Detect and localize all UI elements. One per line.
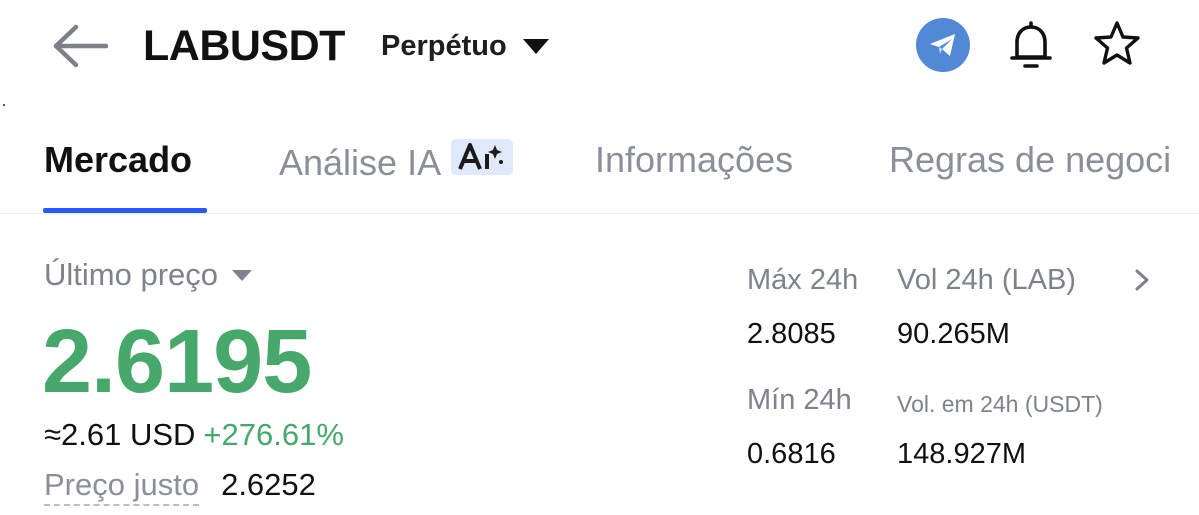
price-change-percent: +276.61% [203, 417, 344, 452]
tab-regras-de-negociacao[interactable]: Regras de negoci [889, 139, 1171, 181]
low-24h-value: 0.6816 [747, 438, 836, 470]
stats-expand-button[interactable] [1130, 264, 1154, 296]
favorite-button[interactable] [1089, 16, 1145, 72]
low-24h-label: Mín 24h [747, 384, 852, 416]
fair-price-row: Preço justo 2.6252 [44, 466, 316, 506]
active-tab-indicator [43, 208, 207, 213]
tab-label: Informações [595, 139, 794, 180]
telegram-icon [930, 34, 955, 56]
volume-base-24h-label: Vol 24h (LAB) [897, 264, 1076, 296]
contract-type-selector[interactable]: Perpétuo [381, 29, 549, 63]
volume-quote-24h-label: Vol. em 24h (USDT) [897, 391, 1103, 417]
high-24h-value: 2.8085 [747, 318, 836, 350]
ai-badge-icon [451, 139, 514, 175]
caret-down-icon [522, 38, 549, 54]
high-24h-label: Máx 24h [747, 264, 859, 296]
decorative-dot [3, 104, 5, 106]
price-type-label: Último preço [44, 257, 218, 292]
fair-price-label[interactable]: Preço justo [44, 467, 200, 506]
tab-label: Regras de negoci [889, 139, 1172, 180]
tab-label: Análise IA [279, 142, 442, 183]
tab-informacoes[interactable]: Informações [595, 139, 793, 181]
price-type-selector[interactable]: Último preço [44, 256, 252, 294]
symbol-title: LABUSDT [143, 22, 345, 70]
price-approx-row: ≈2.61 USD +276.61% [44, 416, 344, 454]
last-price: 2.6195 [42, 312, 312, 412]
telegram-button[interactable] [916, 18, 970, 72]
tab-mercado[interactable]: Mercado [44, 139, 192, 181]
bell-icon [1010, 21, 1052, 68]
arrow-left-icon [53, 24, 108, 68]
back-button[interactable] [52, 22, 112, 70]
approx-usd-price: ≈2.61 USD [44, 417, 196, 452]
fair-price-value: 2.6252 [221, 467, 316, 502]
chevron-right-icon [1135, 269, 1149, 291]
contract-type-label: Perpétuo [381, 30, 507, 62]
volume-base-24h-value: 90.265M [897, 318, 1010, 350]
star-icon [1094, 21, 1140, 65]
tab-label: Mercado [44, 139, 193, 180]
caret-down-icon [232, 269, 252, 281]
tab-analise-ia[interactable]: Análise IA [279, 139, 514, 184]
tab-bar: Mercado Análise IA Informações Regras de… [0, 130, 1199, 214]
alert-button[interactable] [1004, 18, 1058, 72]
volume-quote-24h-value: 148.927M [897, 438, 1026, 470]
